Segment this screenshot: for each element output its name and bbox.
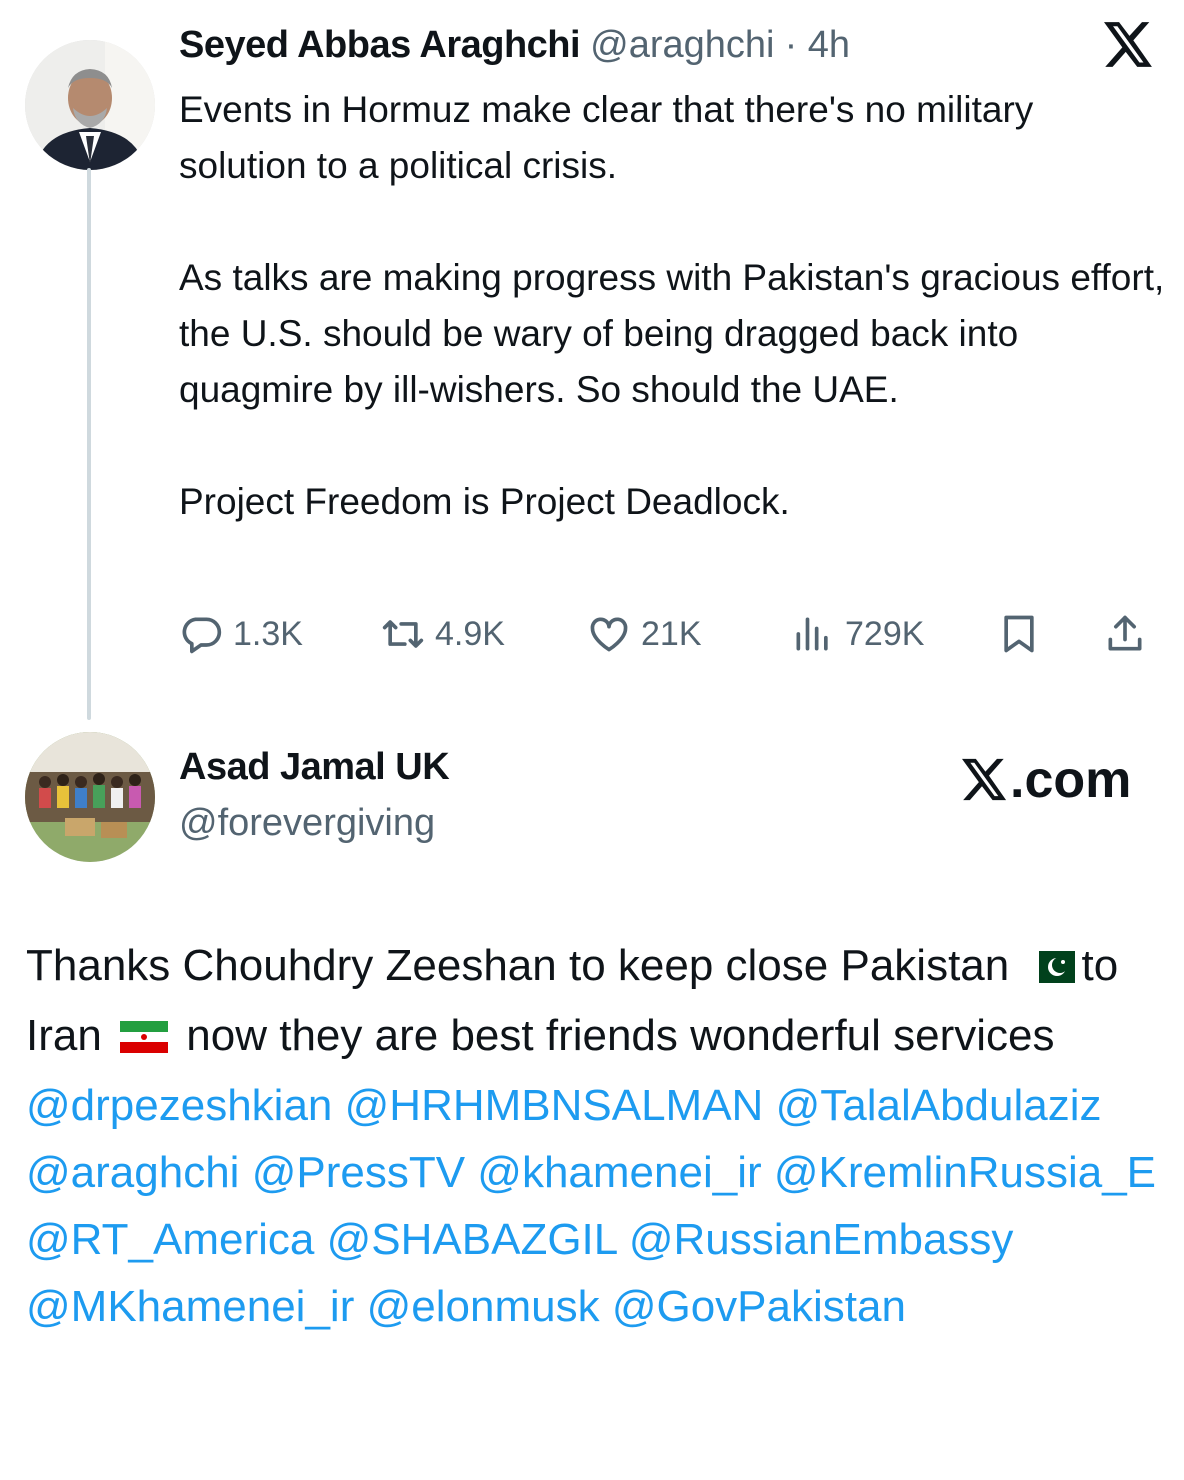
mention-link[interactable]: @araghchi — [26, 1148, 239, 1197]
repost-count: 4.9K — [435, 614, 505, 653]
author-handle[interactable]: @araghchi — [590, 24, 774, 66]
tweet-timestamp[interactable]: · 4h — [785, 24, 850, 66]
bookmark-icon — [1004, 615, 1034, 653]
views-icon — [796, 617, 828, 651]
mention-link[interactable]: @TalalAbdulaziz — [776, 1081, 1102, 1130]
reply-count: 1.3K — [233, 614, 303, 653]
share-button[interactable] — [1103, 608, 1147, 660]
tweet-action-bar: 1.3K 4.9K 21K 729K — [179, 608, 1159, 660]
reply-text: now they are best friends wonderful serv… — [186, 1010, 1055, 1060]
tweet-paragraph: As talks are making progress with Pakist… — [179, 257, 1165, 410]
like-icon — [590, 617, 628, 652]
repost-icon — [382, 620, 424, 648]
x-com-watermark: .com — [962, 750, 1131, 810]
reply-text: Thanks Chouhdry Zeeshan to keep close Pa… — [26, 941, 1010, 990]
bookmark-button[interactable] — [997, 608, 1041, 660]
iran-flag-icon — [120, 1005, 169, 1072]
x-logo-icon — [1104, 22, 1154, 68]
mention-link[interactable]: @HRHMBNSALMAN — [345, 1081, 764, 1130]
like-button[interactable]: 21K — [587, 608, 702, 660]
views-button[interactable]: 729K — [791, 608, 924, 660]
repost-button[interactable]: 4.9K — [381, 608, 505, 660]
mention-link[interactable]: @elonmusk — [367, 1282, 600, 1331]
tweet-body: Events in Hormuz make clear that there's… — [179, 82, 1169, 530]
mention-link[interactable]: @PressTV — [252, 1148, 465, 1197]
author-avatar-araghchi[interactable] — [25, 40, 155, 170]
tweet-paragraph: Project Freedom is Project Deadlock. — [179, 481, 790, 522]
mention-link[interactable]: @drpezeshkian — [26, 1081, 332, 1130]
tweet-paragraph: Events in Hormuz make clear that there's… — [179, 89, 1034, 186]
author-avatar-forevergiving[interactable] — [25, 732, 155, 862]
views-count: 729K — [845, 614, 925, 653]
mention-link[interactable]: @RussianEmbassy — [629, 1215, 1014, 1264]
reply-body: Thanks Chouhdry Zeeshan to keep close Pa… — [26, 932, 1166, 1340]
thread-connector-line — [87, 168, 91, 720]
reply-icon — [182, 617, 222, 654]
share-icon — [1108, 615, 1142, 651]
like-count: 21K — [641, 614, 702, 653]
watermark-text: .com — [1010, 751, 1132, 809]
mention-link[interactable]: @RT_America — [26, 1215, 314, 1264]
reply-author-handle[interactable]: @forevergiving — [179, 802, 435, 845]
author-name[interactable]: Seyed Abbas Araghchi — [179, 24, 581, 66]
tweet-header: Seyed Abbas Araghchi @araghchi · 4h — [179, 24, 850, 67]
reply-button[interactable]: 1.3K — [179, 608, 303, 660]
mention-link[interactable]: @KremlinRussia_E — [774, 1148, 1156, 1197]
mention-link[interactable]: @GovPakistan — [612, 1282, 906, 1331]
pakistan-flag-icon — [1027, 935, 1076, 1002]
mention-link[interactable]: @SHABAZGIL — [327, 1215, 617, 1264]
x-logo-icon — [962, 758, 1007, 801]
reply-author-name[interactable]: Asad Jamal UK — [179, 746, 450, 789]
mention-link[interactable]: @MKhamenei_ir — [26, 1282, 354, 1331]
mention-link[interactable]: @khamenei_ir — [477, 1148, 761, 1197]
